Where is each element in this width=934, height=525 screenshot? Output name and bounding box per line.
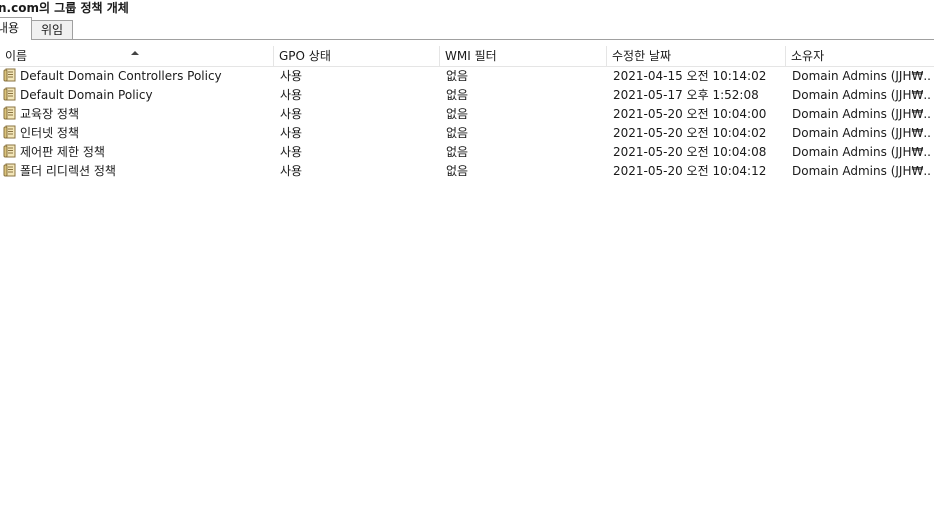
gpo-scroll-icon <box>3 163 17 177</box>
cell-gpo-status: 사용 <box>280 126 303 140</box>
cell-gpo-status: 사용 <box>280 69 303 83</box>
tab-strip: 내용 위임 <box>0 16 934 41</box>
cell-modified-date: 2021-05-20 오전 10:04:08 <box>613 145 767 159</box>
cell-name: 교육장 정책 <box>3 105 271 124</box>
gpo-scroll-icon <box>3 68 17 82</box>
cell-owner: Domain Admins (JJH₩... <box>792 107 932 121</box>
column-header-owner[interactable]: 소유자 <box>786 46 934 66</box>
cell-gpo-status: 사용 <box>280 107 303 121</box>
cell-gpo-status: 사용 <box>280 164 303 178</box>
table-row[interactable]: 폴더 리디렉션 정책 사용 없음 2021-05-20 오전 10:04:12 Doma… <box>0 162 934 181</box>
cell-name-text: 인터넷 정책 <box>20 126 80 140</box>
cell-owner: Domain Admins (JJH₩... <box>792 69 932 83</box>
cell-wmi-filter: 없음 <box>446 88 469 102</box>
tab-contents[interactable]: 내용 <box>0 17 32 40</box>
cell-gpo-status: 사용 <box>280 145 303 159</box>
column-header-name[interactable]: 이름 <box>0 46 274 66</box>
cell-wmi-filter: 없음 <box>446 164 469 178</box>
cell-name: Default Domain Policy <box>3 86 271 105</box>
gpo-list-view[interactable]: 이름 GPO 상태 WMI 필터 수정한 날짜 소유자 Default Doma… <box>0 46 934 525</box>
cell-gpo-status: 사용 <box>280 88 303 102</box>
window-title: n.com의 그룹 정책 개체 <box>0 1 129 15</box>
cell-name-text: 폴더 리디렉션 정책 <box>20 164 116 178</box>
cell-name: Default Domain Controllers Policy <box>3 67 271 86</box>
cell-name-text: 교육장 정책 <box>20 107 80 121</box>
column-header-modified-date[interactable]: 수정한 날짜 <box>607 46 786 66</box>
gpo-scroll-icon <box>3 125 17 139</box>
table-row[interactable]: 교육장 정책 사용 없음 2021-05-20 오전 10:04:00 Domain A… <box>0 105 934 124</box>
tab-delegation[interactable]: 위임 <box>31 20 73 39</box>
list-rows: Default Domain Controllers Policy 사용 없음 202… <box>0 67 934 181</box>
cell-name-text: Default Domain Controllers Policy <box>20 69 222 83</box>
cell-owner: Domain Admins (JJH₩... <box>792 88 932 102</box>
cell-name: 제어판 제한 정책 <box>3 143 271 162</box>
cell-wmi-filter: 없음 <box>446 107 469 121</box>
tab-divider <box>0 39 934 40</box>
list-header: 이름 GPO 상태 WMI 필터 수정한 날짜 소유자 <box>0 46 934 67</box>
table-row[interactable]: Default Domain Policy 사용 없음 2021-05-17 오후 1… <box>0 86 934 105</box>
column-header-name-label: 이름 <box>5 49 28 63</box>
cell-wmi-filter: 없음 <box>446 69 469 83</box>
cell-modified-date: 2021-05-20 오전 10:04:02 <box>613 126 767 140</box>
cell-wmi-filter: 없음 <box>446 126 469 140</box>
sort-ascending-icon <box>131 51 139 55</box>
gpo-scroll-icon <box>3 87 17 101</box>
cell-name-text: 제어판 제한 정책 <box>20 145 105 159</box>
table-row[interactable]: 제어판 제한 정책 사용 없음 2021-05-20 오전 10:04:08 Domai… <box>0 143 934 162</box>
cell-owner: Domain Admins (JJH₩... <box>792 126 932 140</box>
table-row[interactable]: 인터넷 정책 사용 없음 2021-05-20 오전 10:04:02 Domain A… <box>0 124 934 143</box>
cell-owner: Domain Admins (JJH₩... <box>792 164 932 178</box>
table-row[interactable]: Default Domain Controllers Policy 사용 없음 202… <box>0 67 934 86</box>
cell-owner: Domain Admins (JJH₩... <box>792 145 932 159</box>
cell-modified-date: 2021-05-20 오전 10:04:00 <box>613 107 767 121</box>
cell-modified-date: 2021-05-20 오전 10:04:12 <box>613 164 767 178</box>
gpo-scroll-icon <box>3 106 17 120</box>
gpo-scroll-icon <box>3 144 17 158</box>
column-header-wmi-filter[interactable]: WMI 필터 <box>440 46 607 66</box>
cell-name-text: Default Domain Policy <box>20 88 153 102</box>
cell-modified-date: 2021-04-15 오전 10:14:02 <box>613 69 767 83</box>
cell-wmi-filter: 없음 <box>446 145 469 159</box>
cell-name: 인터넷 정책 <box>3 124 271 143</box>
column-header-gpo-status[interactable]: GPO 상태 <box>274 46 440 66</box>
cell-name: 폴더 리디렉션 정책 <box>3 162 271 181</box>
cell-modified-date: 2021-05-17 오후 1:52:08 <box>613 88 759 102</box>
